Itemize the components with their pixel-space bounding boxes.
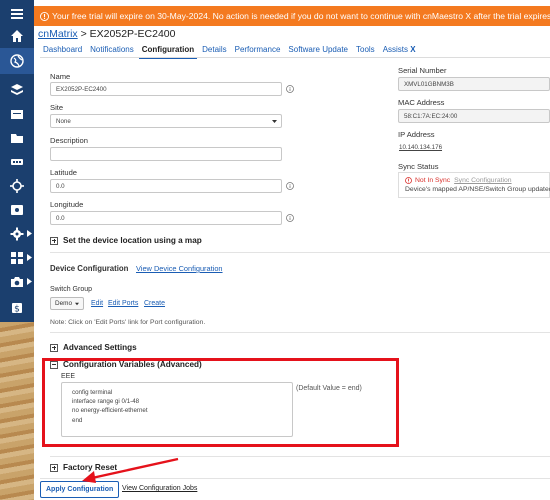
longitude-input[interactable]: 0.0 bbox=[50, 211, 282, 225]
switch-group-select[interactable]: Demo bbox=[50, 297, 85, 310]
description-label: Description bbox=[50, 136, 88, 145]
name-label: Name bbox=[50, 72, 71, 81]
edit-ports-link[interactable]: Edit Ports bbox=[108, 300, 138, 307]
serial-number-value: XMVL01GBNM3B bbox=[398, 77, 550, 91]
sync-status-box: Not In Sync Sync Configuration Device's … bbox=[398, 172, 550, 198]
trial-banner-text: Your free trial will expire on 30-May-20… bbox=[52, 11, 550, 21]
site-select-value: None bbox=[56, 118, 71, 125]
breadcrumb-separator: > bbox=[80, 28, 87, 40]
location-section-toggle[interactable]: Set the device location using a map bbox=[50, 236, 202, 245]
switch-group-value: Demo bbox=[55, 300, 73, 307]
expand-icon bbox=[50, 463, 58, 472]
tab-divider bbox=[40, 57, 550, 58]
map-pin-icon[interactable] bbox=[0, 174, 34, 198]
view-device-configuration-link[interactable]: View Device Configuration bbox=[136, 264, 223, 273]
annotation-arrow bbox=[82, 457, 179, 483]
serial-number-label: Serial Number bbox=[398, 66, 447, 75]
error-icon bbox=[405, 177, 412, 184]
sync-status-text: Not In Sync bbox=[415, 177, 451, 184]
sync-message: Device's mapped AP/NSE/Switch Group upda… bbox=[405, 186, 550, 193]
mac-address-label: MAC Address bbox=[398, 98, 445, 107]
switch-icon[interactable] bbox=[0, 150, 34, 174]
divider bbox=[50, 252, 550, 253]
breadcrumb-root-link[interactable]: cnMatrix bbox=[38, 28, 78, 40]
chevron-right-icon bbox=[27, 254, 32, 261]
home-icon[interactable] bbox=[0, 24, 34, 48]
inbox-icon[interactable] bbox=[0, 102, 34, 126]
name-input[interactable]: EX2052P-EC2400 bbox=[50, 82, 282, 96]
sidebar: $ bbox=[0, 0, 34, 500]
sync-status-line: Not In Sync Sync Configuration bbox=[405, 177, 543, 184]
latitude-label: Latitude bbox=[50, 168, 78, 177]
chevron-right-icon bbox=[27, 230, 32, 237]
configuration-panel: Name EX2052P-EC2400 Site None Descriptio… bbox=[40, 60, 550, 500]
expand-icon bbox=[50, 343, 58, 352]
chevron-down-icon bbox=[75, 301, 80, 306]
chevron-down-icon bbox=[272, 119, 277, 124]
switch-group-label: Switch Group bbox=[50, 286, 93, 293]
dollar-icon[interactable]: $ bbox=[0, 296, 34, 320]
description-input[interactable] bbox=[50, 147, 282, 161]
info-icon[interactable] bbox=[286, 214, 294, 222]
expand-icon bbox=[50, 236, 58, 245]
trial-banner: Your free trial will expire on 30-May-20… bbox=[34, 6, 550, 26]
ip-address-label: IP Address bbox=[398, 130, 435, 139]
longitude-label: Longitude bbox=[50, 200, 84, 209]
window-icon[interactable] bbox=[0, 198, 34, 222]
device-configuration-title: Device Configuration bbox=[50, 264, 129, 273]
edit-link[interactable]: Edit bbox=[91, 300, 103, 307]
tab-assists-x-badge: X bbox=[410, 45, 416, 54]
mac-address-value: 58:C1:7A:EC:24:00 bbox=[398, 109, 550, 123]
gear-icon[interactable] bbox=[0, 222, 34, 246]
breadcrumb-current: EX2052P-EC2400 bbox=[89, 28, 176, 40]
sync-configuration-link[interactable]: Sync Configuration bbox=[454, 177, 511, 184]
breadcrumb: cnMatrix > EX2052P-EC2400 bbox=[38, 28, 175, 40]
info-icon[interactable] bbox=[286, 182, 294, 190]
background-desk bbox=[0, 322, 34, 500]
divider bbox=[50, 332, 550, 333]
warning-icon bbox=[40, 11, 49, 21]
sync-status-label: Sync Status bbox=[398, 162, 439, 171]
folder-icon[interactable] bbox=[0, 126, 34, 150]
location-section-title: Set the device location using a map bbox=[63, 236, 202, 245]
tab-assists-label: Assists bbox=[382, 45, 409, 54]
info-icon[interactable] bbox=[286, 85, 294, 93]
advanced-settings-toggle[interactable]: Advanced Settings bbox=[50, 343, 137, 352]
highlight-frame bbox=[42, 358, 399, 447]
menu-icon[interactable] bbox=[0, 2, 34, 26]
create-link[interactable]: Create bbox=[144, 300, 165, 307]
camera-icon[interactable] bbox=[0, 270, 34, 294]
apps-icon[interactable] bbox=[0, 246, 34, 270]
advanced-settings-title: Advanced Settings bbox=[63, 343, 137, 352]
chevron-right-icon bbox=[27, 278, 32, 285]
port-configuration-note: Note: Click on 'Edit Ports' link for Por… bbox=[50, 319, 206, 326]
svg-text:$: $ bbox=[14, 305, 20, 315]
ip-address-value[interactable]: 10.140.134.176 bbox=[398, 141, 550, 155]
latitude-input[interactable]: 0.0 bbox=[50, 179, 282, 193]
view-configuration-jobs-link[interactable]: View Configuration Jobs bbox=[122, 485, 197, 492]
site-select[interactable]: None bbox=[50, 114, 282, 128]
globe-icon[interactable] bbox=[0, 48, 34, 74]
layers-icon[interactable] bbox=[0, 78, 34, 102]
ip-address-link[interactable]: 10.140.134.176 bbox=[399, 144, 442, 151]
site-label: Site bbox=[50, 103, 64, 112]
